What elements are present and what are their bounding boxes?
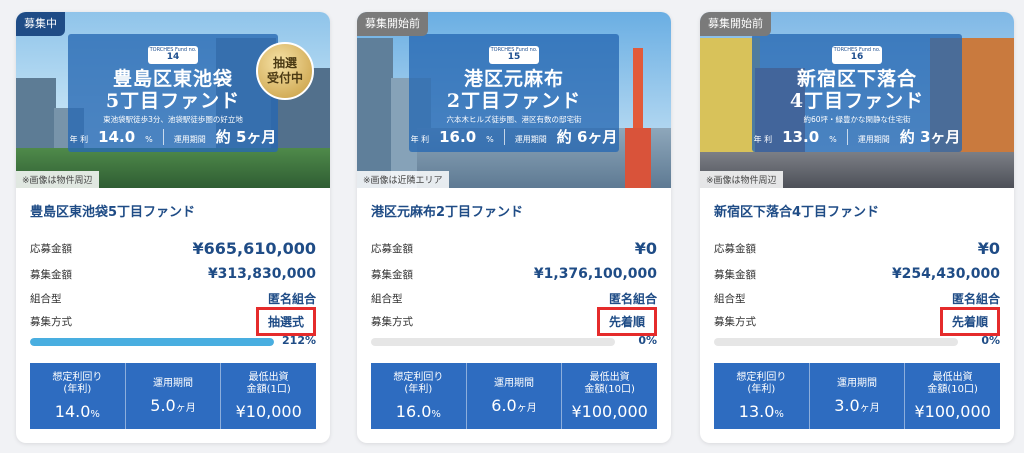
target-amount: ¥254,430,000 <box>891 266 1000 282</box>
progress-bar <box>371 338 615 346</box>
target-amount-row: 募集金額 ¥1,376,100,000 <box>371 266 657 282</box>
applied-amount: ¥0 <box>977 238 1000 258</box>
status-badge: 募集開始前 <box>357 12 428 36</box>
partnership-type: 匿名組合 <box>608 291 657 306</box>
recruitment-method: 抽選式 <box>255 306 316 336</box>
hero-subtitle: 六本木ヒルズ徒歩圏、港区有数の邸宅街 <box>446 115 582 124</box>
stat-period: 運用期間 3.0ヶ月 <box>810 363 906 429</box>
recruitment-method: 先着順 <box>596 306 657 336</box>
stat-minimum: 最低出資 金額(1口) ¥10,000 <box>235 371 302 421</box>
photo-note: ※画像は物件周辺 <box>700 171 783 188</box>
fund-hero-image: 募集開始前 TORCHES Fund no. 15 港区元麻布 2丁目ファンド 六本… <box>357 12 671 188</box>
progress-bar <box>30 338 274 346</box>
stats-box: 想定利回り (年利) 14.0% 運用期間 5.0ヶ月 最低出資 金額(1口) … <box>30 363 316 429</box>
hero-stats: 年 利 14.0% 運用期間約 5ヶ月 <box>69 128 277 146</box>
target-amount: ¥1,376,100,000 <box>533 266 657 282</box>
applied-amount: ¥665,610,000 <box>192 238 316 258</box>
applied-amount-row: 応募金額 ¥665,610,000 <box>30 238 316 258</box>
status-badge: 募集中 <box>16 12 65 36</box>
method-row: 募集方式 抽選式 <box>30 306 316 336</box>
target-amount-row: 募集金額 ¥254,430,000 <box>714 266 1000 282</box>
fund-number-badge: TORCHES Fund no. 14 <box>148 46 198 64</box>
progress-fill <box>30 338 274 346</box>
hero-title: 新宿区下落合 4丁目ファンド <box>789 68 925 112</box>
hero-stats: 年 利 13.0% 運用期間約 3ヶ月 <box>753 128 961 146</box>
recruitment-method: 先着順 <box>939 306 1000 336</box>
target-amount: ¥313,830,000 <box>207 266 316 282</box>
stat-yield: 想定利回り (年利) 13.0% <box>714 363 810 429</box>
stat-minimum: 最低出資 金額(10口) ¥100,000 <box>571 371 648 421</box>
fund-title[interactable]: 港区元麻布2丁目ファンド <box>371 201 523 220</box>
method-row: 募集方式 先着順 <box>714 306 1000 336</box>
status-badge: 募集開始前 <box>700 12 771 36</box>
fund-card-14[interactable]: 募集中 TORCHES Fund no. 14 豊島区東池袋 5丁目ファンド 東池袋… <box>16 12 330 443</box>
hero-title: 豊島区東池袋 5丁目ファンド <box>105 68 241 112</box>
fund-card-15[interactable]: 募集開始前 TORCHES Fund no. 15 港区元麻布 2丁目ファンド 六本… <box>357 12 671 443</box>
hero-panel: TORCHES Fund no. 16 新宿区下落合 4丁目ファンド 約60坪・緑豊… <box>752 34 962 152</box>
fund-hero-image: 募集中 TORCHES Fund no. 14 豊島区東池袋 5丁目ファンド 東池袋… <box>16 12 330 188</box>
photo-note: ※画像は物件周辺 <box>16 171 99 188</box>
hero-title: 港区元麻布 2丁目ファンド <box>446 68 582 112</box>
fund-card-16[interactable]: 募集開始前 TORCHES Fund no. 16 新宿区下落合 4丁目ファンド 約… <box>700 12 1014 443</box>
target-amount-row: 募集金額 ¥313,830,000 <box>30 266 316 282</box>
stat-minimum: 最低出資 金額(10口) ¥100,000 <box>914 371 991 421</box>
lottery-open-badge: 抽選 受付中 <box>256 42 314 100</box>
progress-percent: 0% <box>981 334 1000 347</box>
partnership-type: 匿名組合 <box>267 291 316 306</box>
hero-panel: TORCHES Fund no. 14 豊島区東池袋 5丁目ファンド 東池袋駅徒歩3… <box>68 34 278 152</box>
stat-period: 運用期間 6.0ヶ月 <box>467 363 563 429</box>
fund-card-grid: 募集中 TORCHES Fund no. 14 豊島区東池袋 5丁目ファンド 東池袋… <box>0 0 1024 453</box>
partnership-type: 匿名組合 <box>951 291 1000 306</box>
progress-percent: 212% <box>282 334 316 347</box>
fund-hero-image: 募集開始前 TORCHES Fund no. 16 新宿区下落合 4丁目ファンド 約… <box>700 12 1014 188</box>
fund-number-badge: TORCHES Fund no. 16 <box>832 46 882 64</box>
hero-subtitle: 東池袋駅徒歩3分、池袋駅徒歩圏の好立地 <box>103 115 243 124</box>
stats-box: 想定利回り (年利) 13.0% 運用期間 3.0ヶ月 最低出資 金額(10口)… <box>714 363 1000 429</box>
stat-period: 運用期間 5.0ヶ月 <box>126 363 222 429</box>
fund-number-badge: TORCHES Fund no. 15 <box>489 46 539 64</box>
photo-note: ※画像は近隣エリア <box>357 171 449 188</box>
progress-bar <box>714 338 958 346</box>
stats-box: 想定利回り (年利) 16.0% 運用期間 6.0ヶ月 最低出資 金額(10口)… <box>371 363 657 429</box>
applied-amount-row: 応募金額 ¥0 <box>714 238 1000 258</box>
applied-amount: ¥0 <box>634 238 657 258</box>
hero-panel: TORCHES Fund no. 15 港区元麻布 2丁目ファンド 六本木ヒルズ徒歩… <box>409 34 619 152</box>
progress-percent: 0% <box>638 334 657 347</box>
fund-title[interactable]: 新宿区下落合4丁目ファンド <box>714 201 879 220</box>
stat-yield: 想定利回り (年利) 16.0% <box>371 363 467 429</box>
stat-yield: 想定利回り (年利) 14.0% <box>30 363 126 429</box>
hero-subtitle: 約60坪・緑豊かな閑静な住宅街 <box>803 115 911 124</box>
method-row: 募集方式 先着順 <box>371 306 657 336</box>
hero-stats: 年 利 16.0% 運用期間約 6ヶ月 <box>410 128 618 146</box>
applied-amount-row: 応募金額 ¥0 <box>371 238 657 258</box>
fund-title[interactable]: 豊島区東池袋5丁目ファンド <box>30 201 195 220</box>
